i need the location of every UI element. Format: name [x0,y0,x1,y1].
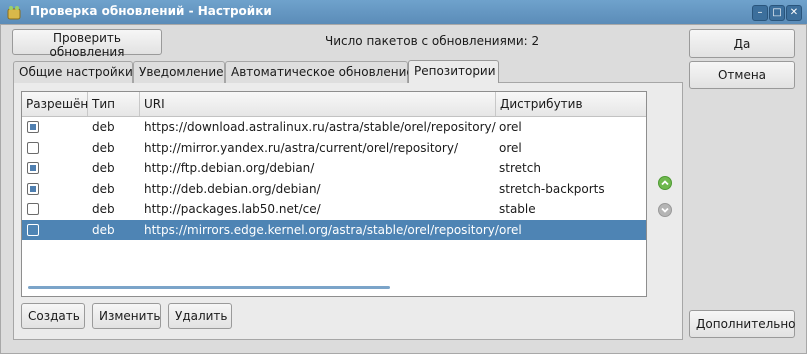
horizontal-scrollbar[interactable] [28,286,390,289]
minimize-button[interactable]: – [752,5,768,21]
window-title: Проверка обновлений - Настройки [30,4,272,18]
tab-auto-update[interactable]: Автоматическое обновление [225,61,414,83]
advanced-button[interactable]: Дополнительно [689,310,796,338]
table-row[interactable]: deb https://download.astralinux.ru/astra/… [22,117,646,137]
cell-type: deb [92,222,115,237]
updates-count-status: Число пакетов с обновлениями: 2 [325,34,540,48]
enabled-checkbox[interactable] [27,141,39,154]
ok-button[interactable]: Да [689,29,795,58]
cell-type: deb [92,202,115,216]
chevron-down-icon [661,207,669,213]
cell-type: deb [92,161,115,175]
close-button[interactable]: ✕ [786,5,802,21]
cell-type: deb [92,120,115,134]
cell-uri: https://download.astralinux.ru/astra/sta… [144,120,496,134]
column-uri[interactable]: URI [140,92,496,116]
column-enabled[interactable]: Разрешён [22,92,88,116]
cell-distribution: stretch-backports [499,181,605,196]
cell-distribution: orel [499,140,522,155]
cell-uri: http://mirror.yandex.ru/astra/current/or… [144,140,458,155]
minimize-icon: – [757,7,763,18]
chevron-up-icon [661,180,669,186]
maximize-button[interactable]: □ [769,5,785,21]
move-up-button[interactable] [658,176,672,190]
cancel-button[interactable]: Отмена [689,61,795,89]
enabled-checkbox[interactable] [27,203,39,215]
enabled-checkbox[interactable] [27,182,39,195]
edit-button[interactable]: Изменить [92,303,161,329]
maximize-icon: □ [772,7,782,18]
check-updates-button[interactable]: Проверить обновления [12,29,162,59]
cell-distribution: stable [499,202,536,216]
delete-button[interactable]: Удалить [168,303,232,329]
cell-uri: http://packages.lab50.net/ce/ [144,202,321,216]
table-row[interactable]: deb https://mirrors.edge.kernel.org/astra… [22,219,646,240]
table-row[interactable]: deb http://mirror.yandex.ru/astra/current… [22,138,646,158]
enabled-checkbox[interactable] [27,162,39,174]
cell-uri: https://mirrors.edge.kernel.org/astra/st… [144,222,499,237]
enabled-checkbox[interactable] [27,121,39,133]
column-distribution[interactable]: Дистрибутив [496,92,646,116]
cell-uri: http://ftp.debian.org/debian/ [144,161,315,175]
enabled-checkbox[interactable] [27,223,39,236]
table-row[interactable]: deb http://deb.debian.org/debian/stretch-… [22,179,646,199]
tab-general[interactable]: Общие настройки [13,61,133,83]
cell-uri: http://deb.debian.org/debian/ [144,181,321,196]
column-type[interactable]: Тип [88,92,140,116]
repositories-table[interactable]: Разрешён Тип URI Дистрибутив deb https://… [21,91,647,297]
table-header: Разрешён Тип URI Дистрибутив [22,92,646,117]
app-icon [7,6,21,20]
cell-distribution: orel [499,120,522,134]
cell-type: deb [92,140,115,155]
close-icon: ✕ [789,7,799,18]
tab-repositories[interactable]: Репозитории [408,60,499,83]
cell-distribution: stretch [499,161,541,175]
cell-distribution: orel [499,222,522,237]
table-row[interactable]: deb http://packages.lab50.net/ce/stable [22,199,646,219]
move-down-button[interactable] [658,203,672,217]
tab-notification[interactable]: Уведомление [133,61,225,83]
cell-type: deb [92,181,115,196]
create-button[interactable]: Создать [21,303,85,329]
table-row[interactable]: deb http://ftp.debian.org/debian/stretch [22,158,646,178]
title-bar: Проверка обновлений - Настройки – □ ✕ [0,0,807,25]
